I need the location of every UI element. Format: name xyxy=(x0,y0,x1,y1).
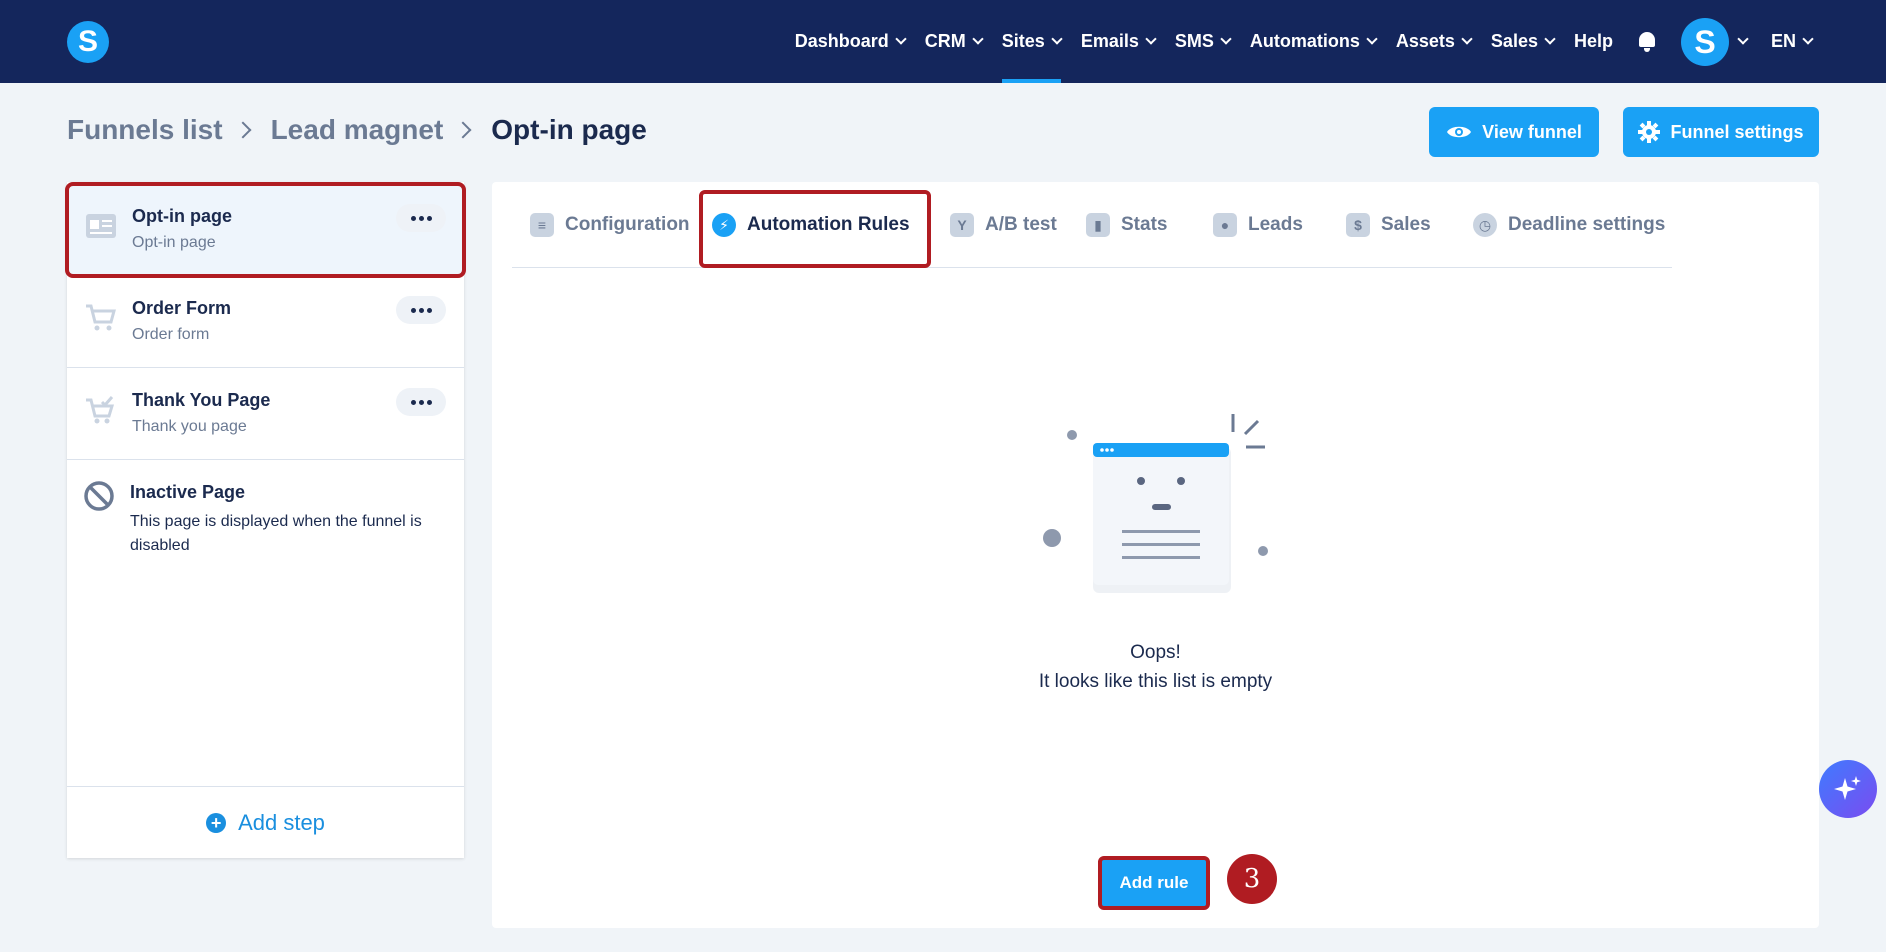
nav-crm[interactable]: CRM xyxy=(915,0,992,83)
chevron-down-icon xyxy=(895,33,907,45)
tab-stats[interactable]: ▮ Stats xyxy=(1086,182,1167,268)
dollar-icon: $ xyxy=(1346,213,1370,237)
inactive-page-item[interactable]: Inactive Page This page is displayed whe… xyxy=(67,462,464,572)
gear-icon xyxy=(1638,121,1661,143)
nav-label: Dashboard xyxy=(794,31,889,51)
nav-label: CRM xyxy=(924,31,966,51)
nav-dashboard[interactable]: Dashboard xyxy=(785,0,915,83)
nav-sales[interactable]: Sales xyxy=(1481,0,1564,83)
step-subtitle: Thank you page xyxy=(132,418,247,435)
chevron-down-icon xyxy=(1544,33,1556,45)
breadcrumb: Funnels list Lead magnet Opt-in page xyxy=(67,114,647,146)
button-label: Add step xyxy=(238,809,325,835)
sliders-icon: ≡ xyxy=(530,213,554,237)
step-description: This page is displayed when the funnel i… xyxy=(130,513,422,554)
chevron-down-icon xyxy=(972,33,984,45)
nav-automations[interactable]: Automations xyxy=(1240,0,1386,83)
annotation-step-badge: 3 xyxy=(1227,854,1277,904)
nav-assets[interactable]: Assets xyxy=(1386,0,1481,83)
top-navigation-bar: S Dashboard CRM Sites Emails SMS Automat… xyxy=(0,0,1886,83)
chevron-down-icon xyxy=(1461,33,1473,45)
chevron-down-icon xyxy=(1220,33,1232,45)
button-label: Funnel settings xyxy=(1670,121,1804,142)
tab-configuration[interactable]: ≡ Configuration xyxy=(530,182,690,268)
chevron-down-icon xyxy=(1802,33,1814,45)
nav-label: Assets xyxy=(1395,31,1455,51)
nav-label: Automations xyxy=(1249,31,1360,51)
block-icon xyxy=(84,481,114,511)
plus-circle-icon: + xyxy=(206,812,227,833)
add-rule-button[interactable]: Add rule xyxy=(1098,856,1210,910)
step-title: Thank You Page xyxy=(132,390,271,410)
empty-message: It looks like this list is empty xyxy=(1038,671,1273,692)
highlight-box xyxy=(699,190,931,268)
tab-label: Sales xyxy=(1381,214,1431,235)
nav-sites[interactable]: Sites xyxy=(992,0,1071,83)
sparkles-icon xyxy=(1834,776,1861,800)
funnel-steps-panel: Opt-in page Opt-in page Order Form Order… xyxy=(65,182,466,858)
clock-icon: ◷ xyxy=(1473,213,1497,237)
step-title: Order Form xyxy=(132,298,232,318)
split-icon: Y xyxy=(950,213,974,237)
language-label: EN xyxy=(1770,31,1796,51)
tab-leads[interactable]: ● Leads xyxy=(1213,182,1303,268)
nav-sms[interactable]: SMS xyxy=(1165,0,1240,83)
button-label: Add rule xyxy=(1119,873,1189,892)
breadcrumb-lead-magnet[interactable]: Lead magnet xyxy=(271,114,444,146)
cart-icon xyxy=(86,304,116,331)
empty-list-illustration xyxy=(1043,414,1268,593)
step-order-form[interactable]: Order Form Order form xyxy=(67,276,464,368)
logo[interactable]: S xyxy=(67,21,109,63)
chevron-down-icon[interactable] xyxy=(1737,33,1749,45)
users-icon: ● xyxy=(1213,213,1237,237)
nav-emails[interactable]: Emails xyxy=(1071,0,1165,83)
nav-help[interactable]: Help xyxy=(1564,0,1623,83)
funnel-settings-button[interactable]: Funnel settings xyxy=(1623,107,1819,157)
language-selector[interactable]: EN xyxy=(1761,0,1822,83)
empty-title: Oops! xyxy=(1130,642,1181,663)
eye-icon xyxy=(1447,126,1472,138)
nav-label: Emails xyxy=(1080,31,1139,51)
breadcrumb-funnels-list[interactable]: Funnels list xyxy=(67,114,223,146)
chevron-down-icon xyxy=(1145,33,1157,45)
chevron-right-icon xyxy=(234,121,252,139)
view-funnel-button[interactable]: View funnel xyxy=(1429,107,1599,157)
tab-sales[interactable]: $ Sales xyxy=(1346,182,1431,268)
more-options-button[interactable] xyxy=(396,388,446,416)
more-options-button[interactable] xyxy=(396,204,446,232)
bell-icon[interactable] xyxy=(1637,31,1657,53)
chevron-down-icon xyxy=(1366,33,1378,45)
add-step-button[interactable]: + Add step xyxy=(67,786,464,858)
nav-label: Help xyxy=(1573,31,1613,51)
page-layout-icon xyxy=(86,214,116,238)
avatar[interactable]: S xyxy=(1680,17,1729,66)
cart-check-icon xyxy=(86,396,115,424)
tab-deadline-settings[interactable]: ◷ Deadline settings xyxy=(1473,182,1665,268)
tab-label: A/B test xyxy=(985,214,1057,235)
page-title: Opt-in page xyxy=(491,114,647,145)
nav-label: Sites xyxy=(1001,31,1045,51)
nav-label: SMS xyxy=(1174,31,1214,51)
step-subtitle: Order form xyxy=(132,326,210,343)
more-options-button[interactable] xyxy=(396,296,446,324)
nav-label: Sales xyxy=(1490,31,1538,51)
step-title: Opt-in page xyxy=(132,206,232,226)
tab-label: Configuration xyxy=(565,214,690,235)
step-opt-in-page[interactable]: Opt-in page Opt-in page xyxy=(65,182,466,278)
tab-label: Stats xyxy=(1121,214,1168,235)
tab-label: Deadline settings xyxy=(1508,214,1666,235)
tab-ab-test[interactable]: Y A/B test xyxy=(950,182,1057,268)
step-thank-you-page[interactable]: Thank You Page Thank you page xyxy=(67,368,464,460)
button-label: View funnel xyxy=(1482,121,1582,142)
tab-bar: ≡ Configuration ⚡ Automation Rules Y A/B te… xyxy=(512,182,1672,268)
tab-label: Leads xyxy=(1248,214,1303,235)
chevron-down-icon xyxy=(1051,33,1063,45)
step-title: Inactive Page xyxy=(130,482,246,502)
chevron-right-icon xyxy=(454,121,472,139)
main-nav: Dashboard CRM Sites Emails SMS Automatio… xyxy=(785,0,1822,83)
ai-assistant-button[interactable] xyxy=(1819,760,1877,818)
bar-chart-icon: ▮ xyxy=(1086,213,1110,237)
step-subtitle: Opt-in page xyxy=(132,234,216,251)
